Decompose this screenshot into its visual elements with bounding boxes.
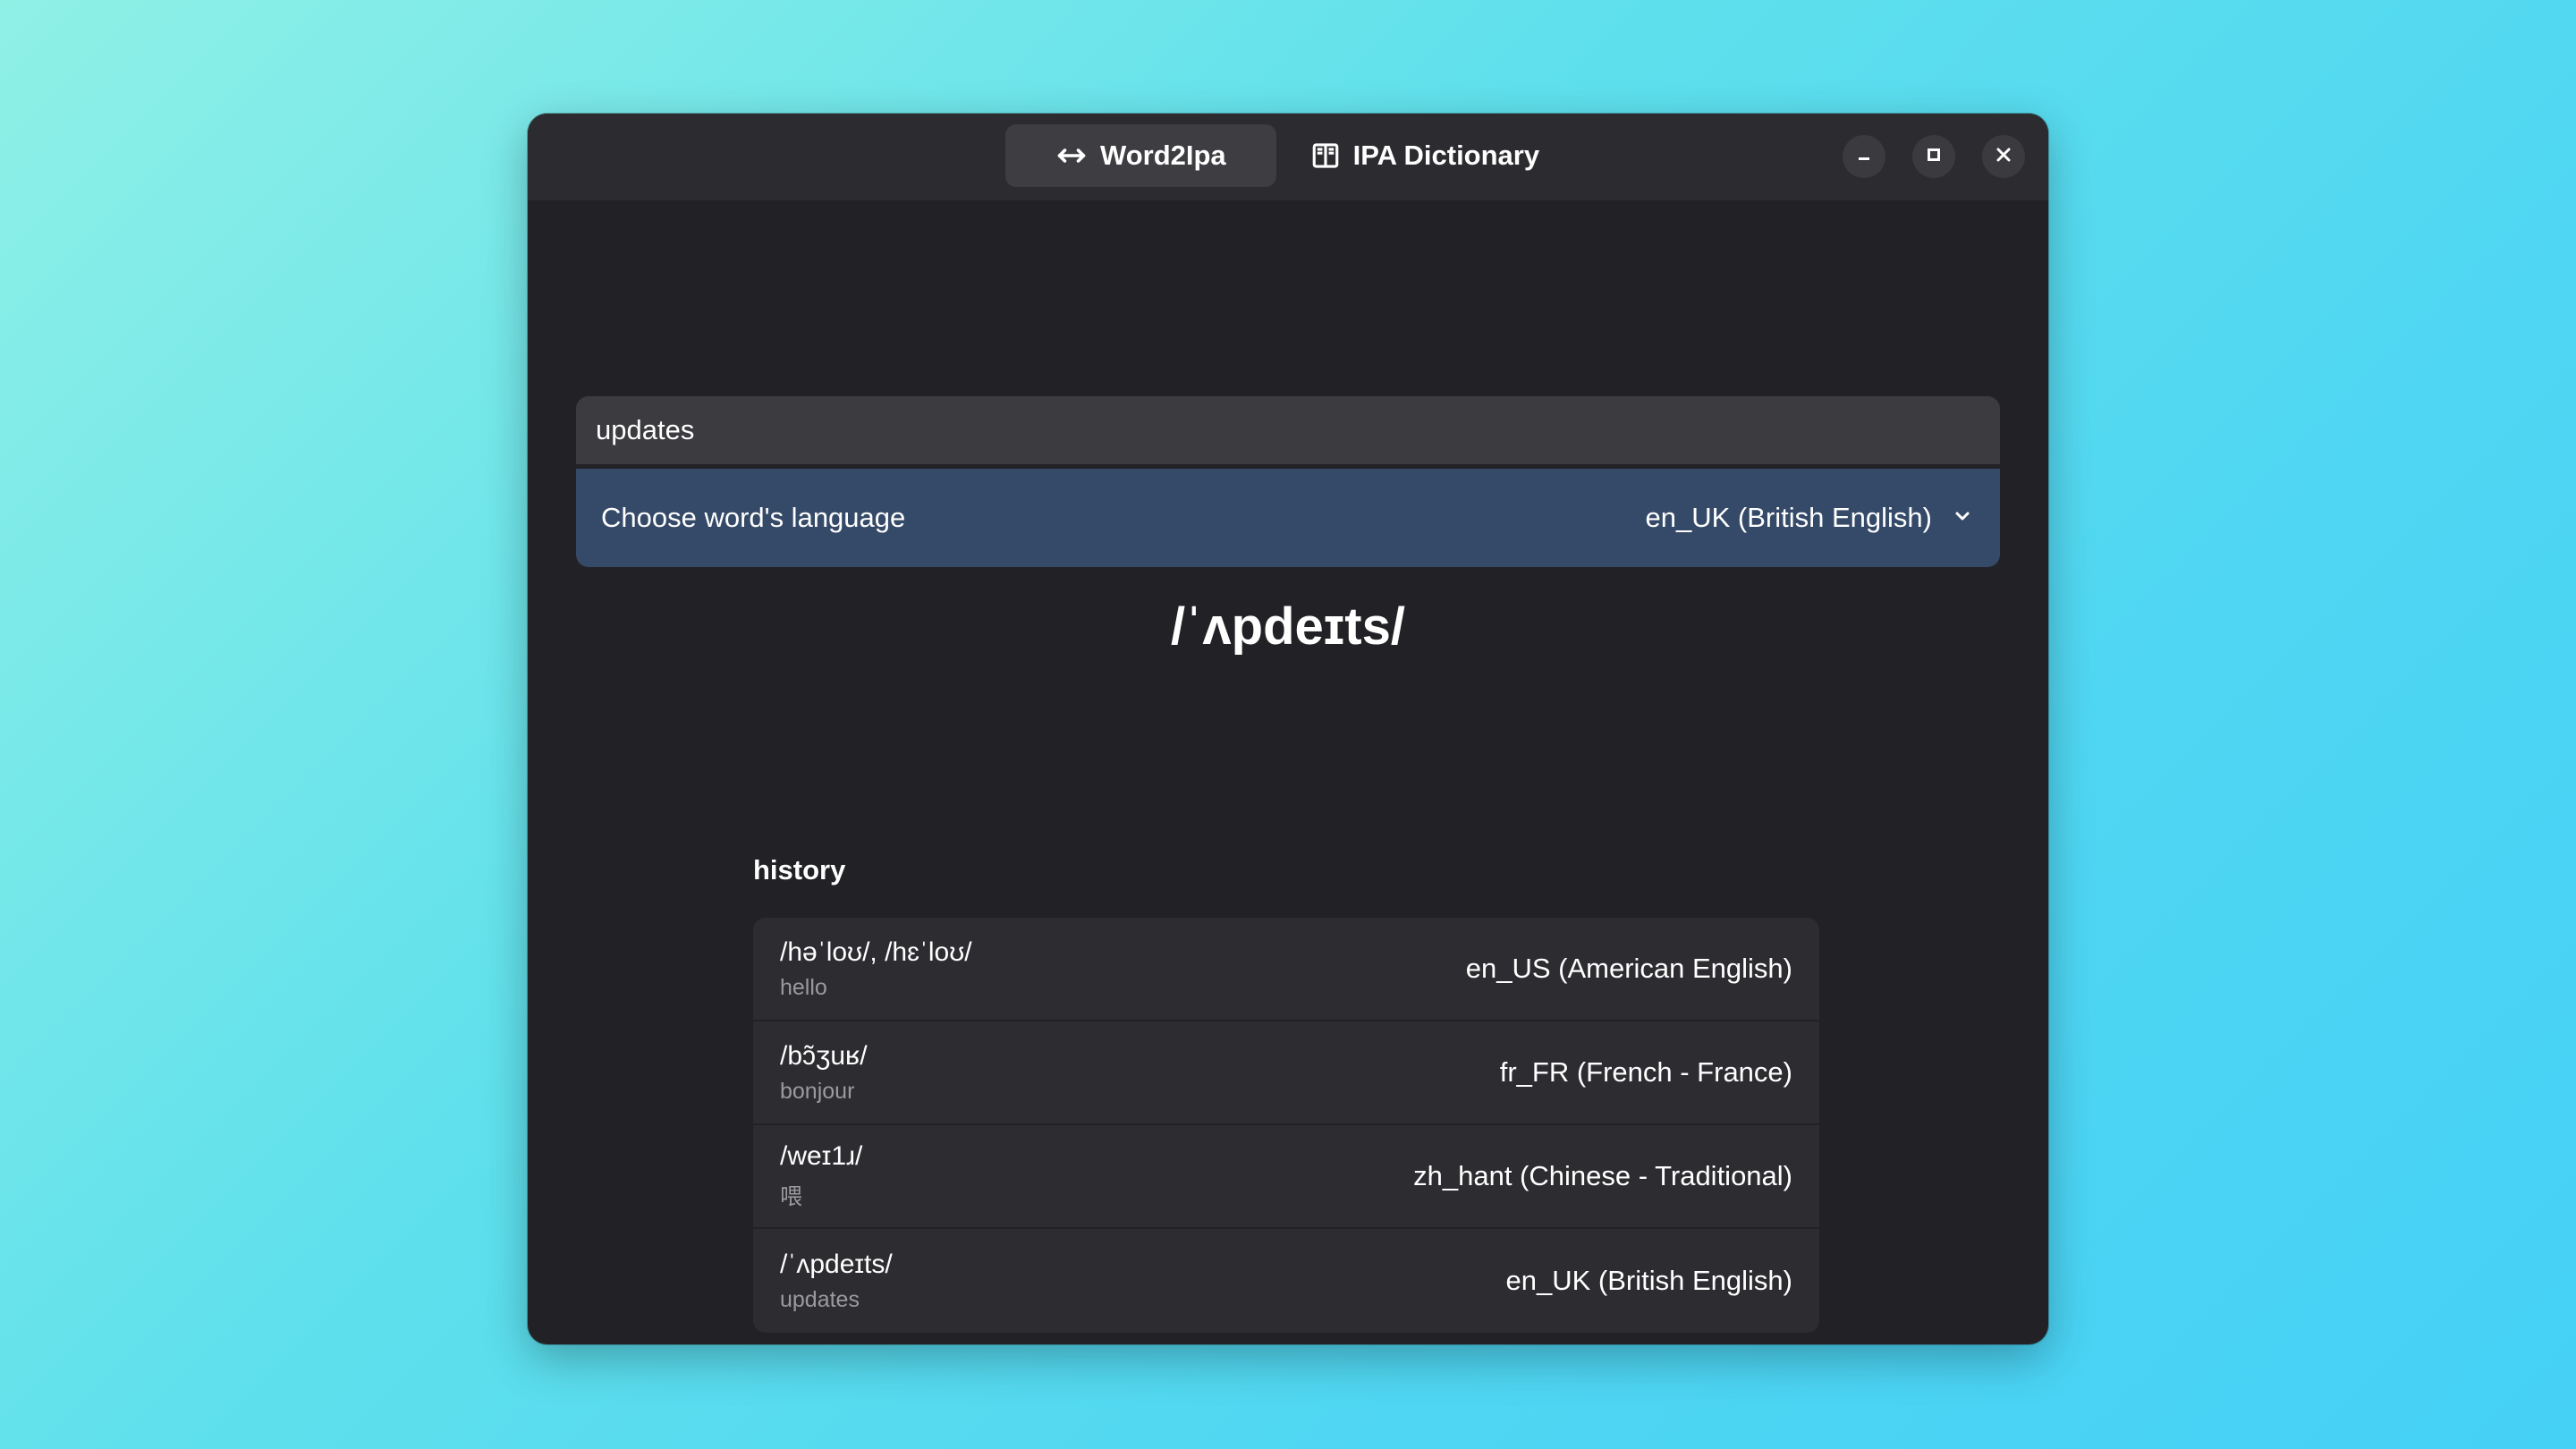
language-selector[interactable]: Choose word's language en_UK (British En… bbox=[576, 469, 2000, 567]
history-list: /həˈloʊ/, /hɛˈloʊ/ hello en_US (American… bbox=[753, 918, 1819, 1333]
tab-word2ipa-label: Word2Ipa bbox=[1100, 140, 1226, 171]
title-bar: Word2Ipa IPA Dictionary bbox=[528, 114, 2048, 200]
history-item-word: 喂 bbox=[780, 1184, 803, 1209]
language-dropdown[interactable]: en_UK (British English) bbox=[1646, 502, 1973, 534]
tab-word2ipa[interactable]: Word2Ipa bbox=[1005, 124, 1276, 187]
minimize-icon bbox=[1854, 145, 1874, 169]
maximize-button[interactable] bbox=[1912, 135, 1955, 178]
history-item-ipa: /həˈloʊ/, /hɛˈloʊ/ bbox=[780, 936, 972, 967]
tab-ipa-dictionary-label: IPA Dictionary bbox=[1352, 140, 1540, 171]
language-label: Choose word's language bbox=[601, 502, 906, 533]
view-switcher: Word2Ipa IPA Dictionary bbox=[1005, 124, 1570, 187]
history-item-language: zh_hant (Chinese - Traditional) bbox=[1413, 1160, 1792, 1191]
ipa-result: /ˈʌpdeɪts/ bbox=[1171, 597, 1405, 656]
history-item[interactable]: /bɔ̃ʒuʁ/ bonjour fr_FR (French - France) bbox=[753, 1021, 1819, 1125]
history-item[interactable]: /ˈʌpdeɪts/ updates en_UK (British Englis… bbox=[753, 1229, 1819, 1333]
close-button[interactable] bbox=[1982, 135, 2025, 178]
chevron-down-icon bbox=[1952, 502, 1973, 534]
book-icon bbox=[1310, 140, 1341, 171]
swap-arrows-icon bbox=[1055, 140, 1088, 172]
history-item-ipa: /ˈʌpdeɪts/ bbox=[780, 1249, 893, 1279]
word-input[interactable] bbox=[576, 396, 2000, 464]
history-item-word: hello bbox=[780, 974, 827, 1000]
history-item-language: fr_FR (French - France) bbox=[1499, 1056, 1792, 1088]
history-heading: history bbox=[753, 854, 846, 886]
history-item[interactable]: /weɪ1ɹ/ 喂 zh_hant (Chinese - Traditional… bbox=[753, 1125, 1819, 1229]
history-item-ipa: /weɪ1ɹ/ bbox=[780, 1141, 863, 1171]
history-item-word: updates bbox=[780, 1286, 860, 1312]
history-item[interactable]: /həˈloʊ/, /hɛˈloʊ/ hello en_US (American… bbox=[753, 918, 1819, 1021]
app-window: Word2Ipa IPA Dictionary updates Choose w… bbox=[528, 114, 2048, 1344]
language-selected-value: en_UK (British English) bbox=[1645, 502, 1932, 533]
maximize-icon bbox=[1924, 145, 1944, 169]
history-item-language: en_UK (British English) bbox=[1505, 1265, 1792, 1296]
history-item-language: en_US (American English) bbox=[1465, 953, 1792, 984]
minimize-button[interactable] bbox=[1843, 135, 1885, 178]
history-item-ipa: /bɔ̃ʒuʁ/ bbox=[780, 1040, 868, 1071]
history-item-word: bonjour bbox=[780, 1078, 855, 1104]
close-icon bbox=[1994, 145, 2013, 169]
tab-ipa-dictionary[interactable]: IPA Dictionary bbox=[1280, 124, 1570, 187]
